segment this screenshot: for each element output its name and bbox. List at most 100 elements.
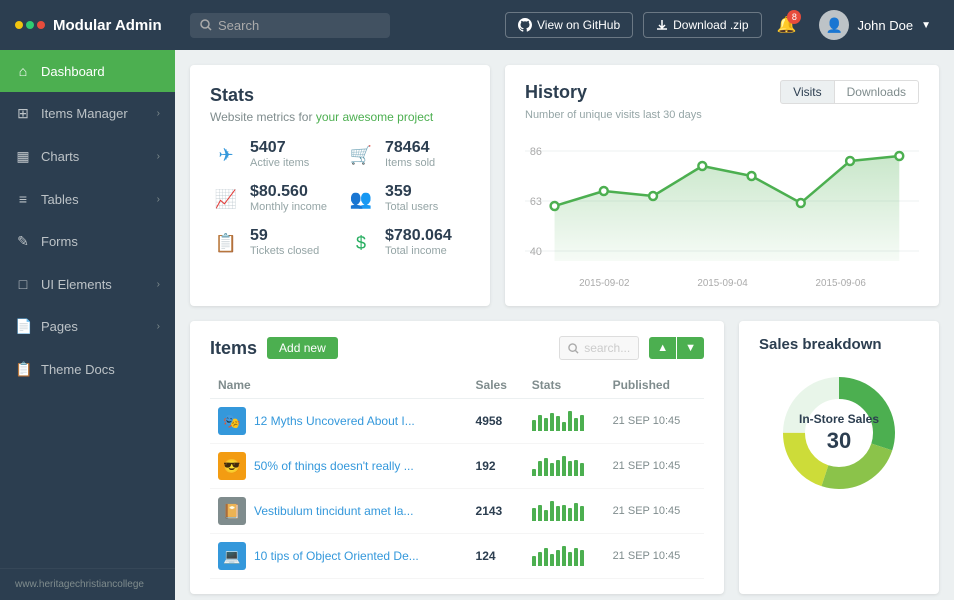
bar xyxy=(580,506,584,521)
search-icon xyxy=(568,343,579,354)
sidebar-item-label: Items Manager xyxy=(41,106,157,121)
item-published: 21 SEP 10:45 xyxy=(605,489,704,534)
chevron-right-icon: › xyxy=(157,151,160,162)
sort-desc-button[interactable]: ▼ xyxy=(677,337,704,359)
bar xyxy=(550,463,554,476)
brand-name: Modular Admin xyxy=(53,17,162,34)
mini-bar-chart xyxy=(532,456,597,476)
download-button[interactable]: Download .zip xyxy=(643,12,761,38)
stats-grid: ✈ 5407 Active items 🛒 78464 Items sold 📈… xyxy=(210,139,470,259)
sort-buttons: ▲ ▼ xyxy=(649,337,704,359)
sidebar: ⌂ Dashboard ⊞ Items Manager › ▦ Charts ›… xyxy=(0,50,175,600)
item-name-cell: 💻 10 tips of Object Oriented De... xyxy=(210,534,468,579)
sidebar-item-pages[interactable]: 📄 Pages › xyxy=(0,305,175,348)
bar xyxy=(574,548,578,566)
bar xyxy=(538,552,542,566)
item-name-link[interactable]: 10 tips of Object Oriented De... xyxy=(254,549,419,563)
main-content: Stats Website metrics for your awesome p… xyxy=(175,50,954,600)
stat-label: Monthly income xyxy=(250,201,327,213)
item-name-cell: 📔 Vestibulum tincidunt amet la... xyxy=(210,489,468,534)
table-row: 📔 Vestibulum tincidunt amet la... 2143 2… xyxy=(210,489,704,534)
stats-link[interactable]: your awesome project xyxy=(316,110,433,124)
bar xyxy=(574,503,578,521)
svg-text:40: 40 xyxy=(530,246,542,258)
bar xyxy=(544,510,548,521)
home-icon: ⌂ xyxy=(15,63,31,79)
sidebar-item-forms[interactable]: ✎ Forms xyxy=(0,220,175,263)
grid-icon: ⊞ xyxy=(15,105,31,122)
search-bar[interactable]: Search xyxy=(190,13,390,38)
stat-icon: $ xyxy=(345,227,377,259)
bar xyxy=(562,422,566,431)
bar xyxy=(538,505,542,521)
item-published: 21 SEP 10:45 xyxy=(605,534,704,579)
sidebar-item-label: Theme Docs xyxy=(41,362,160,377)
item-thumbnail: 😎 xyxy=(218,452,246,480)
tab-downloads[interactable]: Downloads xyxy=(835,80,919,104)
item-thumbnail: 💻 xyxy=(218,542,246,570)
table-row: 😎 50% of things doesn't really ... 192 2… xyxy=(210,444,704,489)
sidebar-item-label: Dashboard xyxy=(41,64,160,79)
search-placeholder: Search xyxy=(218,18,259,33)
sidebar-footer: www.heritagechristiancollege xyxy=(0,568,175,600)
bar xyxy=(556,550,560,566)
sales-title: Sales breakdown xyxy=(759,336,882,353)
chevron-right-icon: › xyxy=(157,321,160,332)
items-table: Name Sales Stats Published 🎭 12 Myths Un… xyxy=(210,372,704,579)
brand: Modular Admin xyxy=(15,17,190,34)
github-button[interactable]: View on GitHub xyxy=(505,12,633,38)
svg-text:2015-09-06: 2015-09-06 xyxy=(816,278,867,289)
github-btn-label: View on GitHub xyxy=(537,18,620,32)
docs-icon: 📋 xyxy=(15,361,31,378)
sales-breakdown-card: Sales breakdown xyxy=(739,321,939,594)
item-stats xyxy=(524,444,605,489)
bar xyxy=(532,469,536,476)
bar xyxy=(550,413,554,431)
bar xyxy=(568,508,572,521)
bar xyxy=(538,415,542,431)
bar xyxy=(556,416,560,431)
stats-title: Stats xyxy=(210,85,470,106)
sidebar-item-items-manager[interactable]: ⊞ Items Manager › xyxy=(0,92,175,135)
bar xyxy=(568,552,572,566)
sidebar-item-tables[interactable]: ≡ Tables › xyxy=(0,178,175,220)
stat-icon: 📈 xyxy=(210,183,242,215)
stat-value: 5407 xyxy=(250,139,309,157)
bar xyxy=(544,458,548,476)
item-name-cell: 🎭 12 Myths Uncovered About I... xyxy=(210,399,468,444)
download-btn-label: Download .zip xyxy=(673,18,748,32)
sidebar-item-charts[interactable]: ▦ Charts › xyxy=(0,135,175,178)
brand-dot-red xyxy=(37,21,45,29)
sidebar-item-label: Forms xyxy=(41,234,160,249)
sidebar-item-dashboard[interactable]: ⌂ Dashboard xyxy=(0,50,175,92)
user-menu[interactable]: 👤 John Doe ▼ xyxy=(811,6,939,44)
item-name-link[interactable]: 12 Myths Uncovered About I... xyxy=(254,414,415,428)
notification-bell[interactable]: 🔔 8 xyxy=(772,10,802,40)
tab-visits[interactable]: Visits xyxy=(780,80,834,104)
bar xyxy=(538,461,542,476)
add-new-button[interactable]: Add new xyxy=(267,337,338,359)
items-card: Items Add new search... ▲ ▼ xyxy=(190,321,724,594)
bar xyxy=(562,505,566,521)
col-name: Name xyxy=(210,372,468,399)
donut-svg xyxy=(774,368,904,498)
items-header: Items Add new search... ▲ ▼ xyxy=(210,336,704,360)
item-name-link[interactable]: Vestibulum tincidunt amet la... xyxy=(254,504,413,518)
item-stats xyxy=(524,489,605,534)
item-name-link[interactable]: 50% of things doesn't really ... xyxy=(254,459,414,473)
chart-icon: ▦ xyxy=(15,148,31,165)
sidebar-item-theme-docs[interactable]: 📋 Theme Docs xyxy=(0,348,175,391)
stat-label: Total users xyxy=(385,201,438,213)
col-published: Published xyxy=(605,372,704,399)
chevron-down-icon: ▼ xyxy=(921,20,931,31)
items-title: Items xyxy=(210,338,257,359)
table-row: 💻 10 tips of Object Oriented De... 124 2… xyxy=(210,534,704,579)
sidebar-item-ui-elements[interactable]: □ UI Elements › xyxy=(0,263,175,305)
items-search[interactable]: search... xyxy=(559,336,639,360)
bar xyxy=(580,415,584,431)
main-layout: ⌂ Dashboard ⊞ Items Manager › ▦ Charts ›… xyxy=(0,50,954,600)
sort-asc-button[interactable]: ▲ xyxy=(649,337,676,359)
stats-subtitle: Website metrics for your awesome project xyxy=(210,110,470,124)
item-sales: 2143 xyxy=(468,489,524,534)
bar xyxy=(568,411,572,431)
